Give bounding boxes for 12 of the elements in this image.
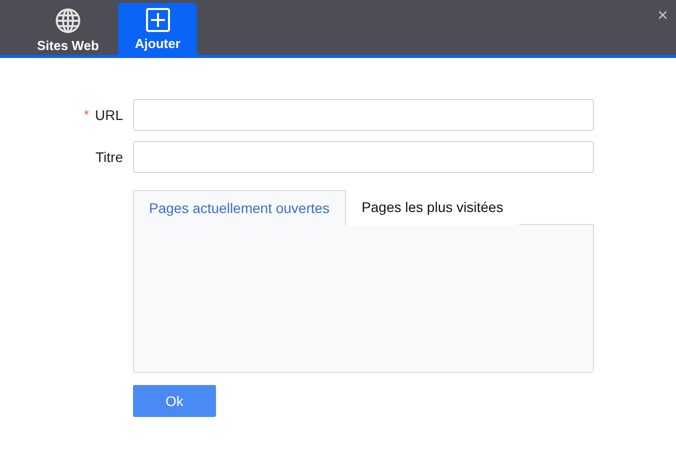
- add-icon: [146, 8, 170, 32]
- globe-icon: [54, 8, 81, 34]
- field-label: URL: [94, 106, 123, 124]
- close-button[interactable]: ×: [657, 6, 668, 24]
- toolbar-tab[interactable]: Sites Web: [37, 3, 99, 55]
- required-mark: *: [84, 106, 89, 124]
- toolbar-tab[interactable]: Ajouter: [118, 3, 198, 55]
- input-field[interactable]: [133, 99, 594, 131]
- ok-button[interactable]: Ok: [133, 385, 216, 417]
- field-label: Titre: [96, 148, 123, 166]
- input-field[interactable]: [133, 141, 594, 173]
- page-tab[interactable]: Pages actuellement ouvertes: [133, 190, 346, 225]
